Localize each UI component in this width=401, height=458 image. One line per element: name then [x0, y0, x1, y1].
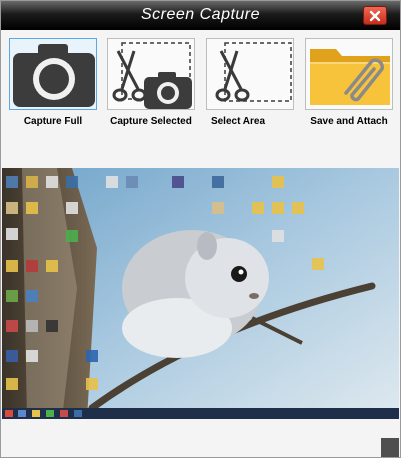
desktop-wallpaper-image: [2, 168, 399, 419]
select-area-label: Select Area: [210, 116, 266, 127]
capture-full-button[interactable]: [9, 38, 97, 110]
close-icon: [369, 10, 381, 22]
capture-full-label: Capture Full: [23, 116, 83, 127]
title-bar: Screen Capture: [1, 1, 400, 30]
resize-grip[interactable]: [381, 438, 399, 457]
screen-capture-window: Screen Capture Capture Full Capture Sele…: [0, 0, 401, 458]
capture-selected-label: Capture Selected: [110, 116, 192, 127]
camera-icon: [13, 44, 95, 107]
save-and-attach-label: Save and Attach: [310, 116, 388, 127]
close-button[interactable]: [363, 6, 387, 25]
save-and-attach-button[interactable]: [305, 38, 393, 110]
capture-selected-button[interactable]: [107, 38, 195, 110]
scissors-camera-icon: [112, 42, 192, 109]
capture-toolbar: Capture Full Capture Selected Select Are…: [1, 30, 400, 136]
scissors-dashed-area-icon: [215, 42, 292, 102]
select-area-button[interactable]: [206, 38, 294, 110]
status-area: [1, 419, 400, 457]
folder-paperclip-icon: [310, 49, 390, 105]
screenshot-preview[interactable]: [2, 168, 399, 419]
window-title: Screen Capture: [140, 6, 261, 23]
